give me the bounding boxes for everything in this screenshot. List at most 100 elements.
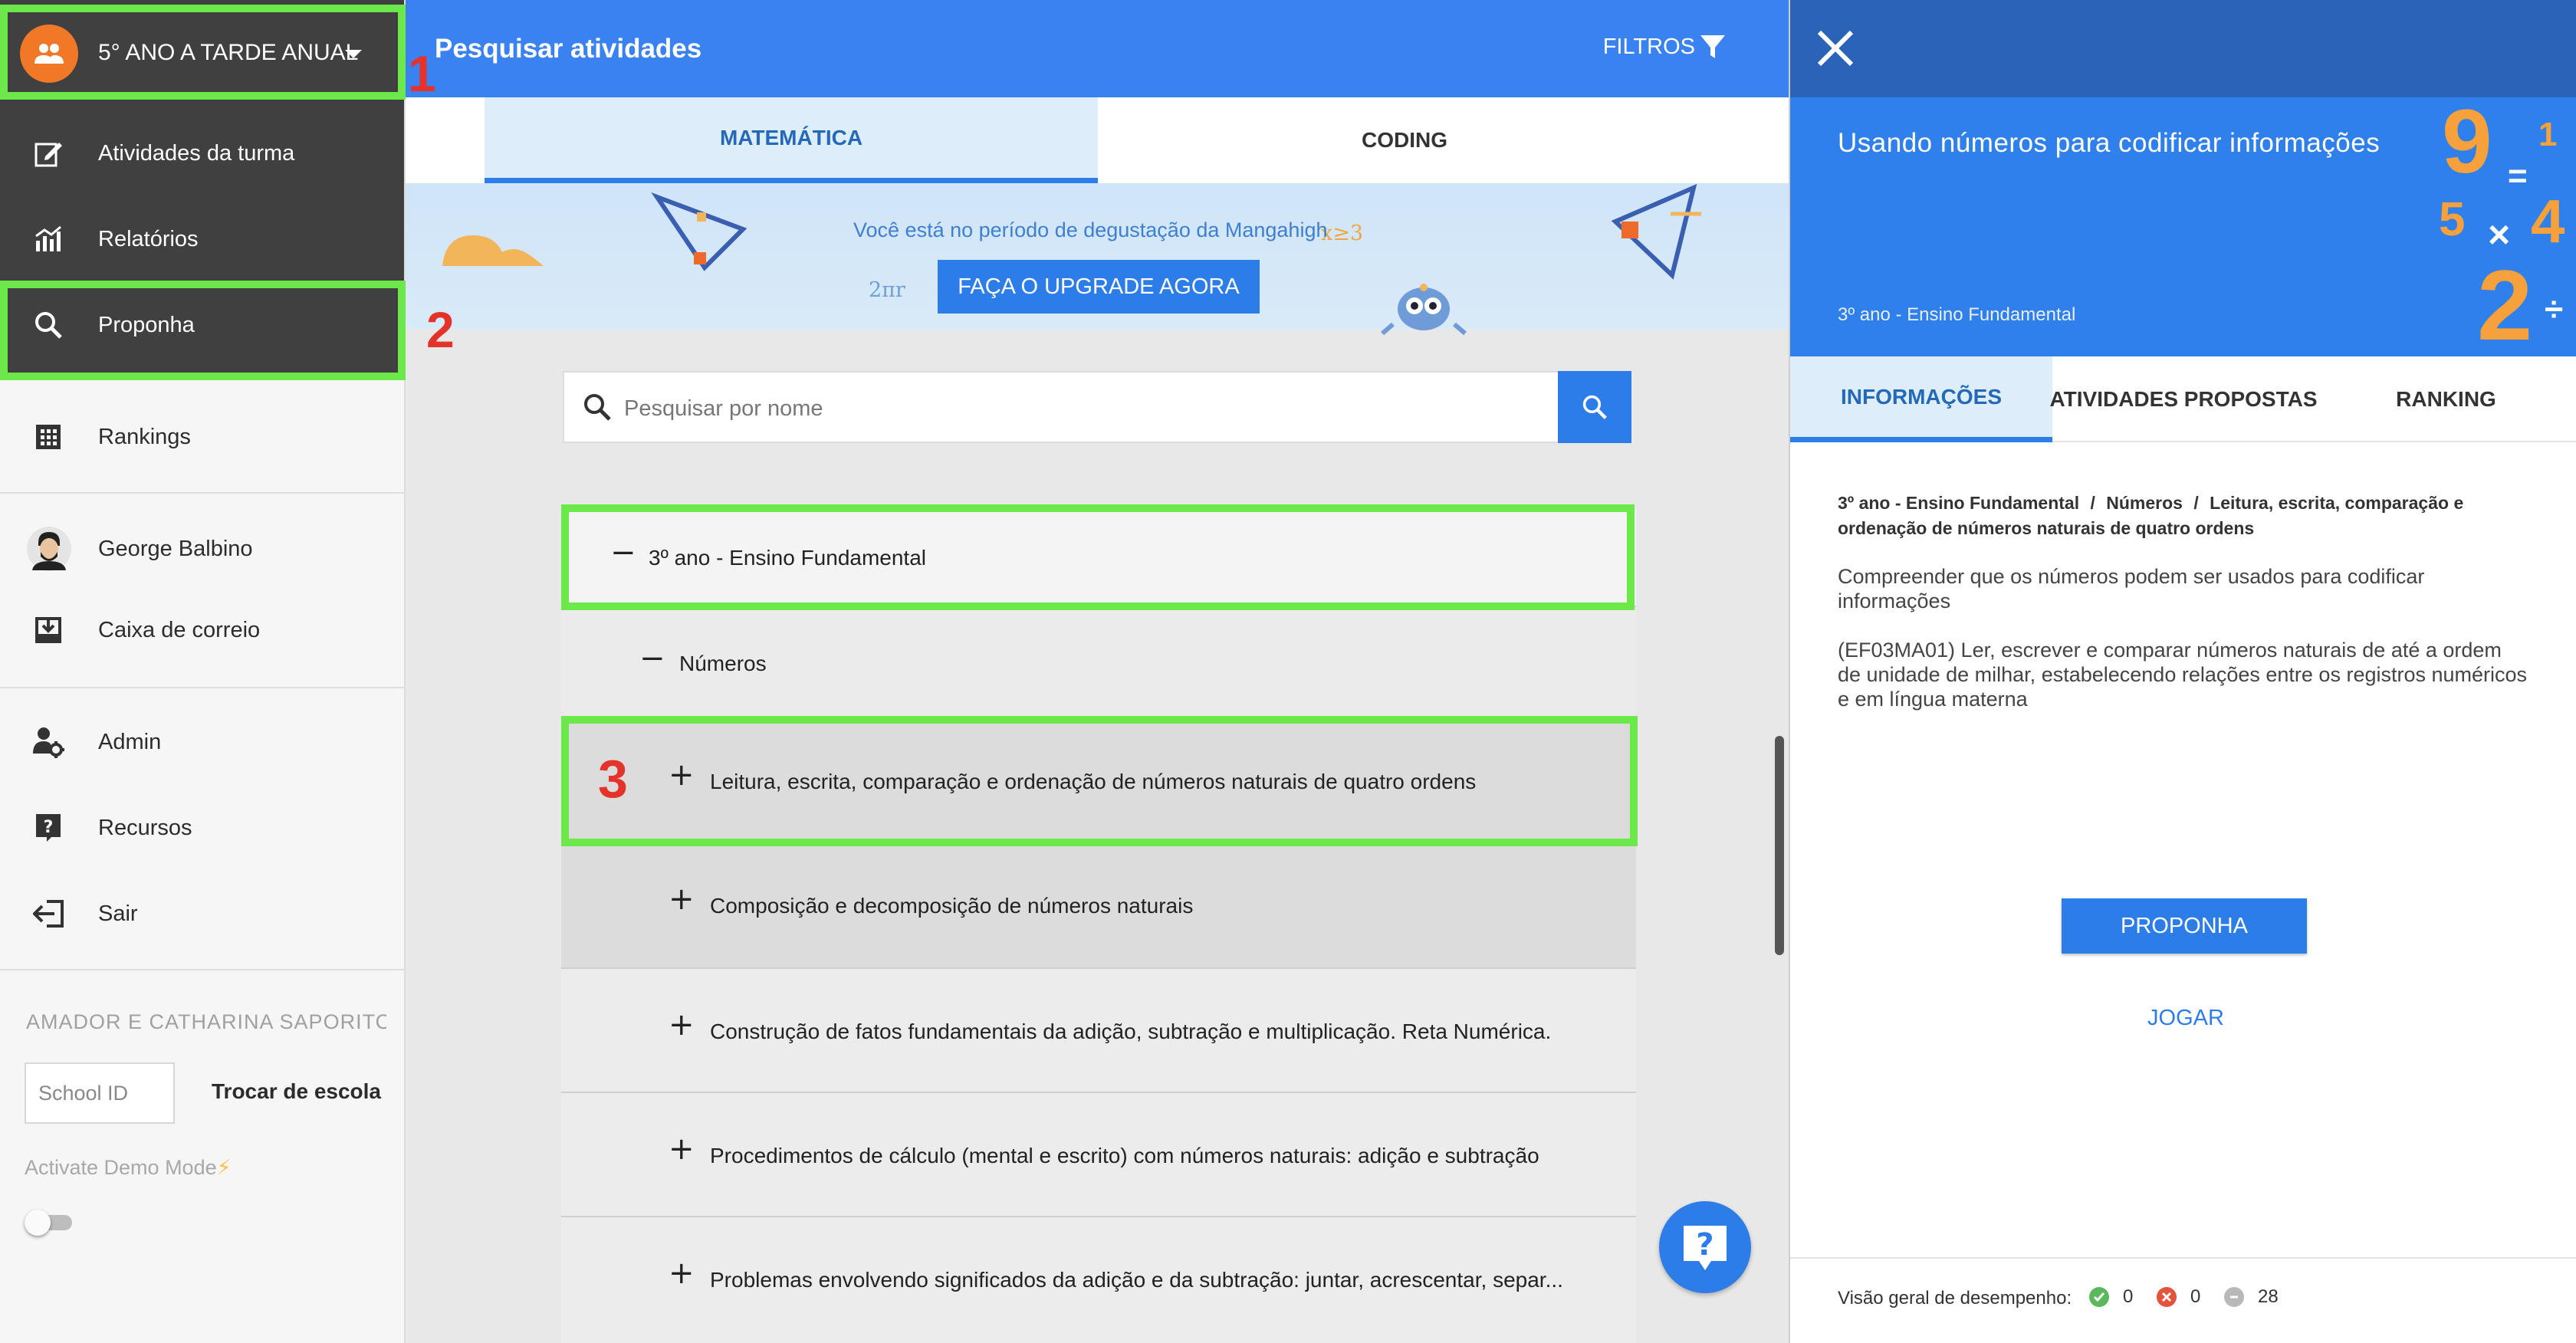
filters-label: FILTROS [1602,34,1695,59]
breadcrumb-separator: / [2193,493,2199,513]
sidebar-divider [0,687,404,688]
demo-mode-toggle[interactable] [25,1210,74,1236]
trial-banner: 2πr x≥3 Você está no período de degustaç… [406,183,1789,335]
check-circle-icon [2089,1287,2109,1307]
expand-icon: + [669,757,695,793]
sidebar-item-label: Sair [98,901,138,926]
banner-formula: 2πr [869,278,905,302]
tree-row-subtopic[interactable]: + Construção de fatos fundamentais da ad… [561,969,1636,1093]
class-selector-dropdown[interactable]: 5° ANO A TARDE ANUAL [0,5,404,98]
tree-row-subtopic[interactable]: + Leitura, escrita, comparação e ordenaç… [561,719,1636,843]
tree-row-subtopic[interactable]: + Problemas envolvendo significados da a… [561,1217,1636,1343]
tree-row-topic[interactable]: − Números [561,607,1636,719]
performance-label: Visão geral de desempenho: [1838,1288,2072,1309]
activity-hero: Usando números para codificar informaçõe… [1790,97,2576,356]
cross-circle-icon [2157,1287,2177,1307]
activity-grade: 3º ano - Ensino Fundamental [1838,304,2076,325]
triangle-illustration [1611,183,1701,280]
sidebar-item-label: Proponha [98,312,195,337]
activity-title: Usando números para codificar informaçõe… [1838,128,2380,158]
filter-icon [1700,35,1725,58]
sidebar-item-label: Atividades da turma [98,140,295,166]
sidebar-item-label: Admin [98,729,162,754]
breadcrumb-item: 3º ano - Ensino Fundamental [1838,493,2080,513]
switch-school-button[interactable]: Trocar de escola [212,1079,381,1104]
panel-tabs: INFORMAÇÕES ATIVIDADES PROPOSTAS RANKING [1790,356,2576,442]
main-header: Pesquisar atividades FILTROS [406,0,1789,97]
tree-row-grade[interactable]: − 3º ano - Ensino Fundamental [561,509,1636,607]
play-link[interactable]: JOGAR [2147,1006,2224,1031]
performance-correct: 0 [2089,1286,2133,1308]
filters-button[interactable]: FILTROS [1603,34,1726,60]
panel-header [1790,0,2576,97]
decor-number: 9 [2442,97,2492,192]
expand-icon: + [669,1131,695,1167]
activity-search-box [563,371,1559,443]
search-icon [584,394,611,421]
admin-gear-icon [31,724,66,760]
sidebar-divider [0,969,404,970]
tree-label: Procedimentos de cálculo (mental e escri… [710,1144,1539,1167]
search-button[interactable] [1558,371,1631,443]
expand-icon: + [669,882,695,917]
sidebar-item-mailbox[interactable]: Caixa de correio [0,592,404,668]
search-icon [1582,395,1607,419]
performance-count: 0 [2190,1286,2201,1307]
tab-atividades-propostas[interactable]: ATIVIDADES PROPOSTAS [2050,356,2318,442]
step-number-1: 1 [408,45,436,102]
decor-number: 2 [2477,249,2533,356]
tab-matematica[interactable]: MATEMÁTICA [485,97,1098,183]
sidebar-divider [0,492,404,494]
breadcrumb-item: Números [2106,493,2183,513]
tab-coding[interactable]: CODING [1098,97,1711,183]
tree-row-subtopic[interactable]: + Procedimentos de cálculo (mental e esc… [561,1093,1636,1217]
lightning-icon: ⚡ [216,1156,232,1179]
tab-informacoes[interactable]: INFORMAÇÕES [1790,356,2052,442]
help-icon: ? [1684,1226,1727,1270]
sidebar-item-relatorios[interactable]: Relatórios [0,201,404,277]
expand-icon: + [669,1256,695,1291]
sidebar-item-recursos[interactable]: ? Recursos [0,790,404,866]
user-avatar [26,526,72,572]
collapse-icon: − [639,641,665,676]
close-icon[interactable] [1812,25,1859,72]
sidebar-item-rankings[interactable]: Rankings [0,399,404,475]
bar-chart-icon [31,222,66,257]
collapse-icon: − [610,535,636,570]
toggle-knob [25,1210,51,1236]
tab-ranking[interactable]: RANKING [2315,356,2576,442]
activity-description: Compreender que os números podem ser usa… [1838,565,2425,612]
sidebar-item-admin[interactable]: Admin [0,704,404,780]
demo-mode-label: Activate Demo Mode⚡ [25,1156,232,1180]
propose-button[interactable]: PROPONHA [2062,898,2307,954]
activity-detail-panel: Usando números para codificar informaçõe… [1789,0,2576,1343]
search-icon [31,307,66,343]
sidebar-item-proponha-row[interactable]: Proponha [0,287,404,363]
trial-banner-text: Você está no período de degustação da Ma… [853,218,1328,241]
school-id-input[interactable] [25,1062,175,1124]
main-scrollbar[interactable] [1775,736,1784,955]
sidebar-item-sair[interactable]: Sair [0,875,404,952]
sidebar-item-label: Recursos [98,815,192,840]
sidebar-item-label: Relatórios [98,226,199,251]
decor-number: 5 [2439,193,2466,246]
tree-label: Números [679,652,767,675]
sidebar-item-profile[interactable]: George Balbino [0,511,404,587]
robot-mascot-illustration [1381,284,1467,335]
class-group-icon [20,25,78,83]
upgrade-button[interactable]: FAÇA O UPGRADE AGORA [938,260,1260,314]
sidebar-item-atividades[interactable]: Atividades da turma [0,115,404,192]
sidebar-item-label: George Balbino [98,536,253,561]
search-input[interactable] [624,389,1467,428]
performance-neutral: 28 [2224,1286,2279,1308]
decor-number: 4 [2531,187,2565,255]
page-title: Pesquisar atividades [435,34,702,64]
step-number-2: 2 [426,301,455,358]
help-book-icon: ? [31,810,66,846]
inbox-icon [31,612,66,648]
minus-circle-icon [2224,1287,2244,1307]
expand-icon: + [669,1007,695,1043]
breadcrumb: 3º ano - Ensino Fundamental / Números / … [1838,491,2528,541]
help-chat-button[interactable]: ? [1659,1201,1751,1293]
tree-row-subtopic[interactable]: + Composição e decomposição de números n… [561,843,1636,969]
